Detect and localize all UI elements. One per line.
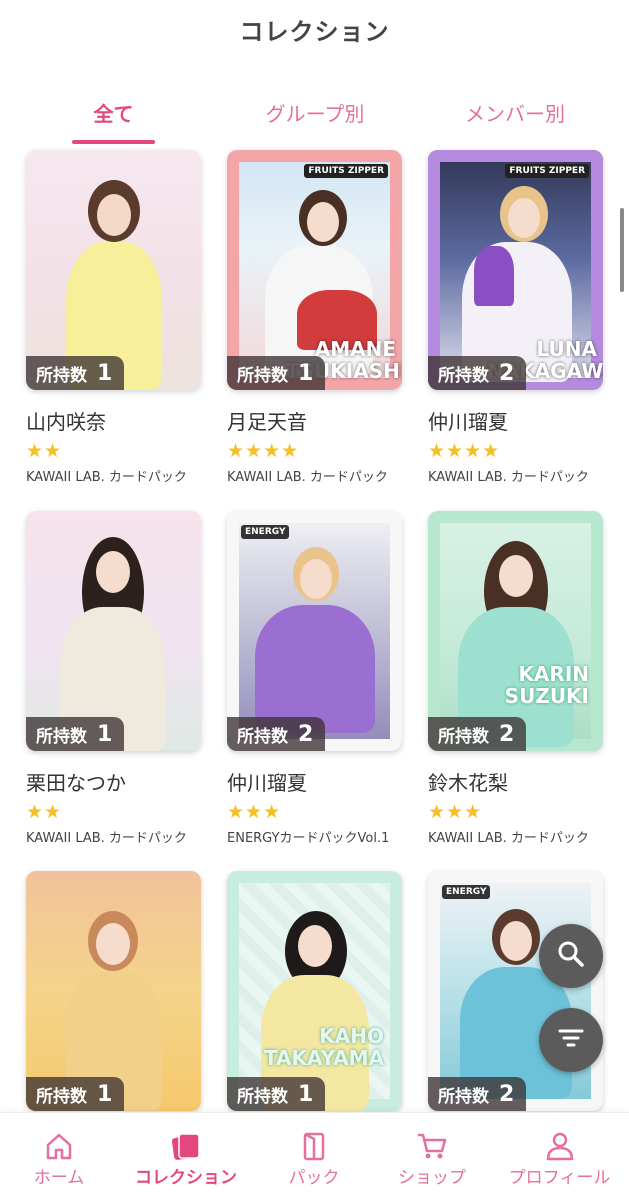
nav-home-label: ホーム: [33, 1168, 85, 1188]
owned-count: 1: [97, 1081, 113, 1107]
owned-count: 2: [499, 360, 515, 386]
collection-card[interactable]: KAHO TAKAYAMA 所持数 1: [227, 871, 402, 1111]
owned-label: 所持数: [36, 726, 87, 747]
owned-count-badge: 所持数 1: [26, 717, 125, 751]
owned-label: 所持数: [237, 726, 288, 747]
card-person-face: [96, 551, 130, 593]
active-tab-indicator: [72, 140, 155, 144]
collection-card[interactable]: FRUITS ZIPPER AMANE TSUKIASHI 所持数 1: [227, 150, 402, 390]
pack-name: KAWAII LAB. カードパック: [428, 470, 589, 485]
collection-card[interactable]: ENERGY 所持数 2: [428, 871, 603, 1111]
card-person-face: [307, 202, 339, 242]
owned-count-badge: 所持数 1: [26, 356, 125, 390]
nav-pack[interactable]: パック: [254, 1113, 374, 1200]
owned-label: 所持数: [237, 1086, 288, 1107]
card-person-face: [500, 921, 532, 961]
nav-shop[interactable]: ショップ: [374, 1113, 490, 1200]
cart-icon: [416, 1131, 448, 1165]
pack-icon: [300, 1131, 328, 1165]
tab-by-group[interactable]: グループ別: [250, 96, 380, 144]
header: コレクション: [0, 0, 629, 60]
pack-name: KAWAII LAB. カードパック: [26, 831, 187, 846]
owned-count-badge: 所持数 2: [428, 356, 527, 390]
card-person-outfit: [255, 605, 375, 733]
tab-by-member[interactable]: メンバー別: [450, 96, 580, 144]
card-person-face: [508, 198, 540, 238]
card-brand-logo: ENERGY: [442, 885, 491, 899]
home-icon: [44, 1131, 74, 1165]
member-name: 月足天音: [227, 410, 307, 434]
member-name: 仲川瑠夏: [428, 410, 508, 434]
card-name-overlay: KARIN SUZUKI: [504, 662, 589, 708]
card-brand-logo: FRUITS ZIPPER: [505, 164, 589, 178]
owned-count: 1: [298, 360, 314, 386]
collection-card[interactable]: ENERGY 所持数 2: [227, 511, 402, 751]
owned-count-badge: 所持数 1: [227, 1077, 326, 1111]
card-person-face: [97, 194, 131, 236]
collection-card[interactable]: 所持数 1: [26, 150, 201, 390]
owned-count-badge: 所持数 2: [428, 717, 527, 751]
owned-count: 2: [499, 1081, 515, 1107]
pack-name: KAWAII LAB. カードパック: [428, 831, 589, 846]
rarity-stars: ★★★★: [428, 440, 501, 462]
nav-profile-label: プロフィール: [508, 1168, 611, 1188]
bottom-navigation: ホーム コレクション パック ショップ プロフィール: [0, 1112, 629, 1200]
rarity-stars: ★★: [26, 801, 63, 823]
nav-profile[interactable]: プロフィール: [490, 1113, 629, 1200]
search-icon: [556, 939, 586, 973]
scrollbar[interactable]: [620, 208, 624, 292]
rarity-stars: ★★★: [227, 801, 282, 823]
page-title: コレクション: [239, 18, 390, 46]
card-name-overlay: KAHO TAKAYAMA: [263, 1024, 384, 1070]
owned-count-badge: 所持数 1: [227, 356, 326, 390]
owned-count-badge: 所持数 2: [428, 1077, 527, 1111]
owned-label: 所持数: [237, 365, 288, 386]
collection-card[interactable]: 所持数 1: [26, 871, 201, 1111]
nav-collection-label: コレクション: [135, 1168, 237, 1188]
collection-card[interactable]: 所持数 1: [26, 511, 201, 751]
nav-collection[interactable]: コレクション: [118, 1113, 254, 1200]
pack-name: ENERGYカードパックVol.1: [227, 831, 390, 846]
member-name: 栗田なつか: [26, 771, 126, 795]
rarity-stars: ★★★: [428, 801, 483, 823]
profile-icon: [545, 1131, 575, 1165]
card-person-face: [499, 555, 533, 597]
owned-label: 所持数: [36, 1086, 87, 1107]
card-person-face: [300, 559, 332, 599]
tab-bar: 全て グループ別 メンバー別: [0, 96, 629, 144]
owned-count-badge: 所持数 1: [26, 1077, 125, 1111]
member-name: 鈴木花梨: [428, 771, 508, 795]
card-brand-logo: ENERGY: [241, 525, 290, 539]
collection-icon: [170, 1131, 202, 1165]
collection-card[interactable]: KARIN SUZUKI 所持数 2: [428, 511, 603, 751]
card-person-face: [96, 923, 130, 965]
owned-count-badge: 所持数 2: [227, 717, 326, 751]
owned-count: 1: [298, 1081, 314, 1107]
member-name: 仲川瑠夏: [227, 771, 307, 795]
member-name: 山内咲奈: [26, 410, 106, 434]
owned-label: 所持数: [438, 726, 489, 747]
nav-shop-label: ショップ: [398, 1168, 466, 1188]
search-button[interactable]: [539, 924, 603, 988]
owned-label: 所持数: [438, 365, 489, 386]
owned-count: 2: [499, 721, 515, 747]
owned-count: 1: [97, 721, 113, 747]
owned-label: 所持数: [438, 1086, 489, 1107]
card-brand-logo: FRUITS ZIPPER: [304, 164, 388, 178]
owned-count: 2: [298, 721, 314, 747]
filter-icon: [557, 1026, 585, 1054]
card-person-outfit-accent: [474, 246, 514, 306]
collection-card[interactable]: FRUITS ZIPPER LUNA NAKAGAWA 所持数 2: [428, 150, 603, 390]
nav-home[interactable]: ホーム: [0, 1113, 118, 1200]
nav-pack-label: パック: [288, 1168, 340, 1188]
rarity-stars: ★★: [26, 440, 63, 462]
pack-name: KAWAII LAB. カードパック: [26, 470, 187, 485]
card-person-face: [298, 925, 332, 967]
rarity-stars: ★★★★: [227, 440, 300, 462]
pack-name: KAWAII LAB. カードパック: [227, 470, 388, 485]
tab-all[interactable]: 全て: [72, 96, 155, 144]
owned-label: 所持数: [36, 365, 87, 386]
filter-button[interactable]: [539, 1008, 603, 1072]
owned-count: 1: [97, 360, 113, 386]
